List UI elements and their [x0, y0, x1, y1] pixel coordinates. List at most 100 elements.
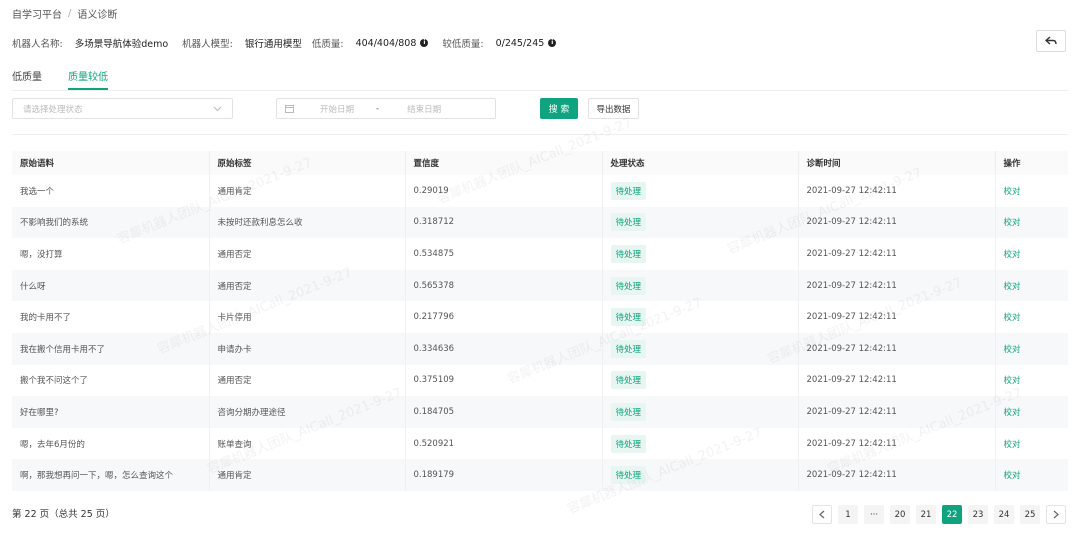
diagnosis-time-cell: 2021-09-27 12:42:11 — [798, 238, 996, 270]
status-badge: 待处理 — [610, 213, 647, 232]
cell-text: 好在哪里? — [20, 407, 59, 418]
table-row: 什么呀 通用否定 0.565378 待处理 2021-09-27 12:42:11 校对 — [12, 269, 1068, 302]
confidence-cell: 0.375109 — [405, 364, 603, 397]
export-button[interactable]: 导出数据 — [588, 98, 639, 119]
original-text-cell: 什么呀 — [12, 269, 210, 302]
tab-low-quality[interactable]: 低质量 — [12, 68, 42, 90]
status-cell: 待处理 — [602, 238, 799, 270]
page-button[interactable]: 23 — [968, 505, 988, 524]
diagnosis-time-cell: 2021-09-27 12:42:11 — [798, 269, 996, 302]
next-page-button[interactable] — [1046, 505, 1066, 524]
page-button[interactable]: 20 — [890, 505, 910, 524]
status-cell: 待处理 — [602, 364, 799, 397]
confidence-cell: 0.217796 — [405, 301, 603, 333]
table-header-row: 原始语料 原始标签 置信度 处理状态 诊断时间 操作 — [12, 151, 1068, 175]
cell-text: 通用否定 — [217, 281, 252, 292]
cell-text: 我在搬个信用卡用不了 — [20, 344, 106, 355]
tab-lower-quality[interactable]: 质量较低 — [68, 68, 108, 90]
cell-text: 通用否定 — [217, 249, 252, 260]
cell-text: 2021-09-27 12:42:11 — [806, 217, 897, 228]
page-button[interactable]: 25 — [1020, 505, 1040, 524]
date-range-picker[interactable]: 开始日期 - 结束日期 — [276, 98, 496, 119]
cell-text: 不影响我们的系统 — [20, 218, 89, 229]
breadcrumb: 自学习平台 / 语义诊断 — [12, 6, 117, 21]
status-badge: 待处理 — [610, 308, 647, 327]
proofread-link[interactable]: 校对 — [1004, 408, 1021, 418]
quality-tabs: 低质量 质量较低 — [12, 68, 108, 90]
diagnosis-time-cell: 2021-09-27 12:42:11 — [798, 206, 996, 239]
confidence-cell: 0.520921 — [405, 427, 603, 460]
bot-model-value: 银行通用模型 — [244, 39, 302, 50]
cell-text: 0.565378 — [413, 280, 455, 291]
prev-page-button[interactable] — [812, 505, 832, 524]
proofread-link[interactable]: 校对 — [1004, 345, 1021, 355]
page-button[interactable]: 24 — [994, 505, 1014, 524]
proofread-link[interactable]: 校对 — [1004, 471, 1021, 481]
diagnosis-time-cell: 2021-09-27 12:42:11 — [798, 396, 996, 428]
page-button-active[interactable]: 22 — [942, 505, 962, 524]
status-cell: 待处理 — [602, 396, 799, 428]
chevron-right-icon — [1053, 510, 1059, 519]
proofread-link[interactable]: 校对 — [1004, 282, 1021, 292]
proofread-link[interactable]: 校对 — [1004, 187, 1021, 197]
cell-text: 嗯，去年6月份的 — [20, 439, 85, 450]
cell-text: 0.375109 — [413, 375, 455, 386]
cell-text: 卡片停用 — [217, 313, 252, 324]
status-cell: 待处理 — [602, 459, 799, 491]
status-badge: 待处理 — [610, 244, 647, 263]
cell-text: 0.29019 — [413, 185, 449, 196]
page-button[interactable]: 1 — [838, 505, 858, 524]
original-label-cell: 通用否定 — [209, 269, 406, 302]
original-label-cell: 未按时还款利息怎么收 — [209, 206, 406, 239]
original-label-cell: 通用否定 — [209, 238, 406, 270]
diagnosis-time-cell: 2021-09-27 12:42:11 — [798, 364, 996, 397]
page-button[interactable]: 21 — [916, 505, 936, 524]
proofread-link[interactable]: 校对 — [1004, 218, 1021, 228]
action-cell: 校对 — [995, 206, 1068, 239]
info-icon[interactable]: i — [548, 39, 557, 47]
tabs-divider — [12, 90, 1068, 91]
proofread-link[interactable]: 校对 — [1004, 376, 1021, 386]
original-label-cell: 账单查询 — [209, 427, 406, 460]
search-button[interactable]: 搜 索 — [540, 98, 578, 119]
column-header: 原始语料 — [12, 151, 210, 175]
column-header: 诊断时间 — [798, 151, 996, 175]
breadcrumb-separator: / — [68, 8, 72, 19]
confidence-cell: 0.29019 — [405, 175, 603, 207]
page-ellipsis[interactable]: ··· — [864, 505, 884, 524]
diagnosis-time-cell: 2021-09-27 12:42:11 — [798, 459, 996, 491]
cell-text: 咨询分期办理途径 — [217, 407, 286, 418]
info-icon[interactable]: i — [420, 39, 429, 47]
diagnosis-time-cell: 2021-09-27 12:42:11 — [798, 427, 996, 460]
cell-text: 2021-09-27 12:42:11 — [806, 280, 897, 291]
original-label-cell: 通用肯定 — [209, 459, 406, 491]
cell-text: 通用肯定 — [217, 471, 252, 482]
status-select[interactable]: 请选择处理状态 — [12, 98, 233, 119]
end-date-input[interactable]: 结束日期 — [407, 103, 441, 115]
cell-text: 0.334636 — [413, 343, 455, 354]
table-row: 我的卡用不了 卡片停用 0.217796 待处理 2021-09-27 12:42:11… — [12, 301, 1068, 333]
status-cell: 待处理 — [602, 332, 799, 365]
table-row: 嗯，没打算 通用否定 0.534875 待处理 2021-09-27 12:42:11 校… — [12, 238, 1068, 270]
cell-text: 啊，那我想再问一下，嗯，怎么查询这个 — [20, 471, 174, 482]
calendar-icon — [285, 105, 294, 113]
status-cell: 待处理 — [602, 206, 799, 239]
start-date-input[interactable]: 开始日期 — [320, 103, 354, 115]
cell-text: 0.520921 — [413, 438, 455, 449]
proofread-link[interactable]: 校对 — [1004, 313, 1021, 323]
original-label-cell: 通用肯定 — [209, 175, 406, 207]
diagnosis-time-cell: 2021-09-27 12:42:11 — [798, 175, 996, 207]
low-quality-label: 低质量: — [311, 39, 344, 50]
page-summary: 第 22 页（总共 25 页） — [12, 509, 115, 520]
cell-text: 什么呀 — [20, 281, 46, 292]
status-cell: 待处理 — [602, 301, 799, 333]
breadcrumb-platform[interactable]: 自学习平台 — [12, 6, 62, 21]
proofread-link[interactable]: 校对 — [1004, 250, 1021, 260]
back-button[interactable] — [1036, 30, 1066, 52]
proofread-link[interactable]: 校对 — [1004, 440, 1021, 450]
bot-name-value: 多场景导航体验demo — [74, 39, 169, 50]
original-text-cell: 不影响我们的系统 — [12, 206, 210, 239]
filter-bar: 请选择处理状态 开始日期 - 结束日期 搜 索 导出数据 — [12, 98, 1068, 120]
table-row: 搬个我不问这个了 通用否定 0.375109 待处理 2021-09-27 12:42:… — [12, 364, 1068, 397]
status-badge: 待处理 — [610, 434, 647, 453]
